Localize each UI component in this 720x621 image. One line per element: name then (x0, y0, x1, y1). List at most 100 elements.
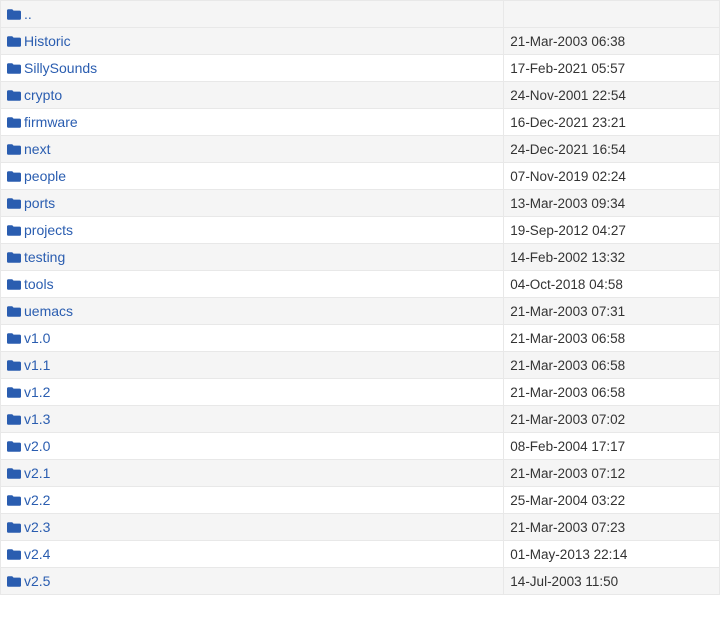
directory-link[interactable]: v2.4 (24, 546, 50, 562)
table-row: v2.0 08-Feb-2004 17:17 (1, 433, 720, 460)
date-cell: 21-Mar-2003 07:12 (504, 460, 720, 487)
folder-icon (7, 250, 21, 261)
name-cell: v1.2 (1, 379, 504, 406)
date-cell: 13-Mar-2003 09:34 (504, 190, 720, 217)
name-cell: v2.4 (1, 541, 504, 568)
directory-link[interactable]: v1.0 (24, 330, 50, 346)
folder-icon (7, 169, 21, 180)
table-row: firmware 16-Dec-2021 23:21 (1, 109, 720, 136)
directory-link[interactable]: v2.5 (24, 573, 50, 589)
date-cell: 21-Mar-2003 06:38 (504, 28, 720, 55)
folder-icon (7, 7, 21, 18)
table-row: v2.5 14-Jul-2003 11:50 (1, 568, 720, 595)
folder-icon (7, 385, 21, 396)
table-row: v2.1 21-Mar-2003 07:12 (1, 460, 720, 487)
table-row: people07-Nov-2019 02:24 (1, 163, 720, 190)
folder-icon (7, 34, 21, 45)
directory-listing-table: .. Historic 21-Mar-2003 06:38 SillySounds 17… (0, 0, 720, 595)
directory-link[interactable]: v2.0 (24, 438, 50, 454)
folder-icon (7, 520, 21, 531)
folder-icon (7, 61, 21, 72)
directory-link[interactable]: v2.2 (24, 492, 50, 508)
folder-icon (7, 358, 21, 369)
date-cell: 16-Dec-2021 23:21 (504, 109, 720, 136)
name-cell: crypto (1, 82, 504, 109)
directory-link[interactable]: testing (24, 249, 65, 265)
folder-icon (7, 574, 21, 585)
name-cell: uemacs (1, 298, 504, 325)
table-row: ports 13-Mar-2003 09:34 (1, 190, 720, 217)
table-row: crypto 24-Nov-2001 22:54 (1, 82, 720, 109)
name-cell: SillySounds (1, 55, 504, 82)
date-cell: 04-Oct-2018 04:58 (504, 271, 720, 298)
date-cell: 14-Feb-2002 13:32 (504, 244, 720, 271)
directory-link[interactable]: .. (24, 6, 32, 22)
table-row: v1.2 21-Mar-2003 06:58 (1, 379, 720, 406)
date-cell (504, 1, 720, 28)
name-cell: v2.0 (1, 433, 504, 460)
name-cell: v1.1 (1, 352, 504, 379)
directory-link[interactable]: SillySounds (24, 60, 97, 76)
date-cell: 21-Mar-2003 07:31 (504, 298, 720, 325)
table-row: v1.0 21-Mar-2003 06:58 (1, 325, 720, 352)
table-row: v2.401-May-2013 22:14 (1, 541, 720, 568)
directory-link[interactable]: uemacs (24, 303, 73, 319)
date-cell: 21-Mar-2003 07:23 (504, 514, 720, 541)
table-row: v1.3 21-Mar-2003 07:02 (1, 406, 720, 433)
name-cell: v1.0 (1, 325, 504, 352)
directory-link[interactable]: tools (24, 276, 54, 292)
table-row: tools 04-Oct-2018 04:58 (1, 271, 720, 298)
name-cell: projects (1, 217, 504, 244)
date-cell: 21-Mar-2003 07:02 (504, 406, 720, 433)
date-cell: 24-Dec-2021 16:54 (504, 136, 720, 163)
directory-link[interactable]: v1.1 (24, 357, 50, 373)
table-row: Historic 21-Mar-2003 06:38 (1, 28, 720, 55)
folder-icon (7, 115, 21, 126)
directory-link[interactable]: projects (24, 222, 73, 238)
directory-link[interactable]: Historic (24, 33, 71, 49)
directory-link[interactable]: v1.3 (24, 411, 50, 427)
table-row: v2.2 25-Mar-2004 03:22 (1, 487, 720, 514)
date-cell: 08-Feb-2004 17:17 (504, 433, 720, 460)
name-cell: people (1, 163, 504, 190)
table-row: uemacs 21-Mar-2003 07:31 (1, 298, 720, 325)
table-row: v2.3 21-Mar-2003 07:23 (1, 514, 720, 541)
folder-icon (7, 277, 21, 288)
name-cell: Historic (1, 28, 504, 55)
directory-link[interactable]: crypto (24, 87, 62, 103)
directory-link[interactable]: people (24, 168, 66, 184)
date-cell: 19-Sep-2012 04:27 (504, 217, 720, 244)
directory-link[interactable]: v2.3 (24, 519, 50, 535)
folder-icon (7, 304, 21, 315)
date-cell: 25-Mar-2004 03:22 (504, 487, 720, 514)
directory-link[interactable]: firmware (24, 114, 78, 130)
name-cell: v2.1 (1, 460, 504, 487)
directory-link[interactable]: ports (24, 195, 55, 211)
name-cell: v2.3 (1, 514, 504, 541)
date-cell: 21-Mar-2003 06:58 (504, 325, 720, 352)
name-cell: tools (1, 271, 504, 298)
name-cell: v1.3 (1, 406, 504, 433)
folder-icon (7, 412, 21, 423)
table-row: v1.1 21-Mar-2003 06:58 (1, 352, 720, 379)
date-cell: 17-Feb-2021 05:57 (504, 55, 720, 82)
table-row: next 24-Dec-2021 16:54 (1, 136, 720, 163)
table-row: SillySounds 17-Feb-2021 05:57 (1, 55, 720, 82)
table-row: testing 14-Feb-2002 13:32 (1, 244, 720, 271)
date-cell: 14-Jul-2003 11:50 (504, 568, 720, 595)
directory-link[interactable]: v2.1 (24, 465, 50, 481)
folder-icon (7, 223, 21, 234)
directory-link[interactable]: next (24, 141, 50, 157)
name-cell: testing (1, 244, 504, 271)
date-cell: 21-Mar-2003 06:58 (504, 352, 720, 379)
table-row: projects 19-Sep-2012 04:27 (1, 217, 720, 244)
date-cell: 21-Mar-2003 06:58 (504, 379, 720, 406)
folder-icon (7, 88, 21, 99)
folder-icon (7, 466, 21, 477)
directory-link[interactable]: v1.2 (24, 384, 50, 400)
name-cell: next (1, 136, 504, 163)
name-cell: v2.5 (1, 568, 504, 595)
date-cell: 24-Nov-2001 22:54 (504, 82, 720, 109)
table-row: .. (1, 1, 720, 28)
folder-icon (7, 439, 21, 450)
